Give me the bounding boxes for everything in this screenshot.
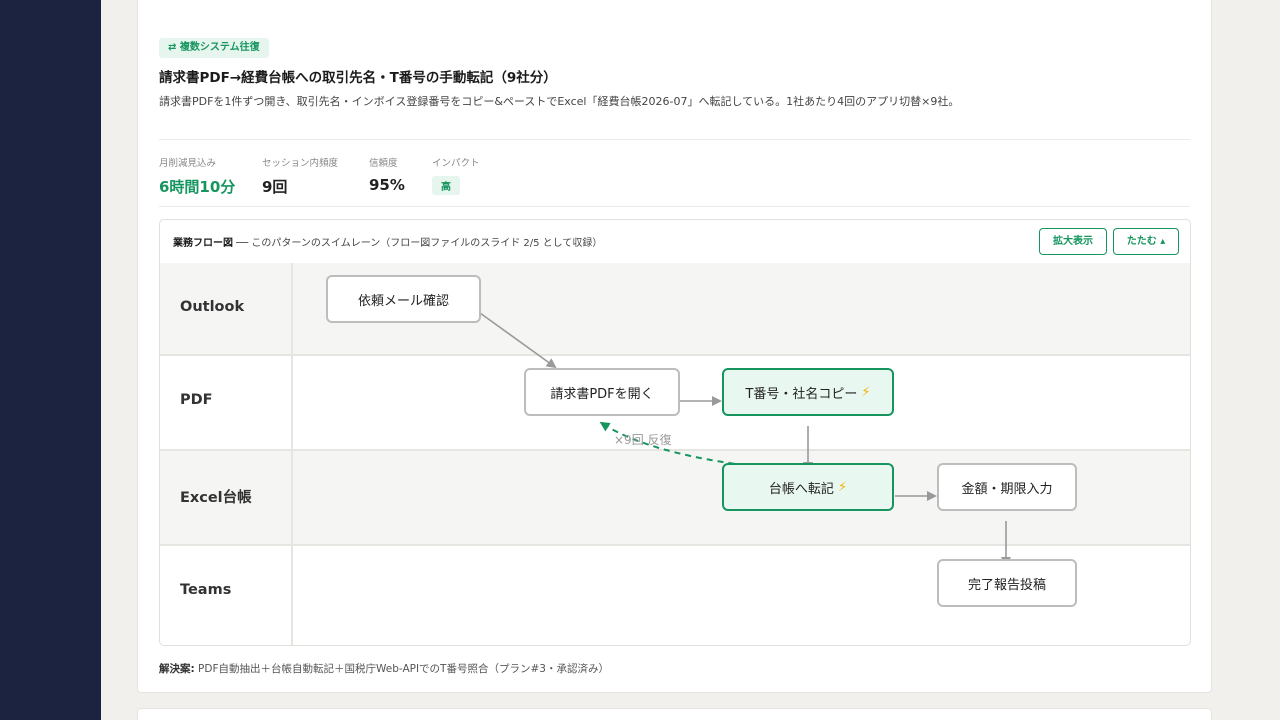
divider (159, 206, 1190, 207)
flow-node-enter-amount: 金額・期限入力 (937, 463, 1077, 511)
impact-badge: 高 (432, 176, 460, 195)
flow-node-copy-t-number: T番号・社名コピー ⚡ (722, 368, 894, 416)
pattern-description: 請求書PDFを1件ずつ開き、取引先名・インボイス登録番号をコピー&ペーストでEx… (159, 95, 960, 108)
metric-value: 6時間10分 (159, 178, 236, 196)
flow-diagram-panel: 業務フロー図 ── このパターンのスイムレーン（フロー図ファイルのスライド 2/… (159, 219, 1191, 646)
flow-node-open-pdf: 請求書PDFを開く (524, 368, 680, 416)
metric-label: 月削減見込み (159, 158, 217, 169)
swap-icon: ⇄ (168, 42, 177, 53)
metric-value: 9回 (262, 178, 288, 196)
metric-session-frequency: セッション内頻度 9回 (262, 155, 338, 197)
metric-impact: インパクト 高 (432, 155, 480, 195)
metric-label: 信頼度 (369, 158, 398, 169)
pattern-type-label: 複数システム往復 (179, 42, 260, 53)
lightning-icon: ⚡ (837, 479, 848, 495)
metric-label: セッション内頻度 (262, 158, 339, 169)
loop-label: ×9回 反復 (614, 433, 672, 447)
app-sidebar (0, 0, 101, 720)
solution-text: 解決案: PDF自動抽出＋台帳自動転記＋国税庁Web-APIでのT番号照合（プラ… (159, 663, 609, 675)
divider (159, 139, 1190, 140)
flow-node-check-mail: 依頼メール確認 (326, 275, 481, 323)
metric-label: インパクト (432, 158, 480, 169)
metric-value: 95% (369, 176, 405, 194)
pattern-card: ⇄ 複数システム往復 請求書PDF→経費台帳への取引先名・T番号の手動転記（9社… (137, 0, 1212, 693)
flow-node-post-to-ledger: 台帳へ転記 ⚡ (722, 463, 894, 511)
pattern-type-tag: ⇄ 複数システム往復 (159, 38, 269, 58)
arrow-n1-n2 (479, 312, 557, 369)
lightning-icon: ⚡ (861, 384, 871, 400)
metric-confidence: 信頼度 95% (369, 155, 405, 194)
metric-monthly-savings: 月削減見込み 6時間10分 (159, 155, 235, 197)
pattern-title: 請求書PDF→経費台帳への取引先名・T番号の手動転記（9社分） (159, 70, 557, 86)
next-pattern-card (137, 708, 1212, 720)
flow-node-post-report: 完了報告投稿 (937, 559, 1077, 607)
